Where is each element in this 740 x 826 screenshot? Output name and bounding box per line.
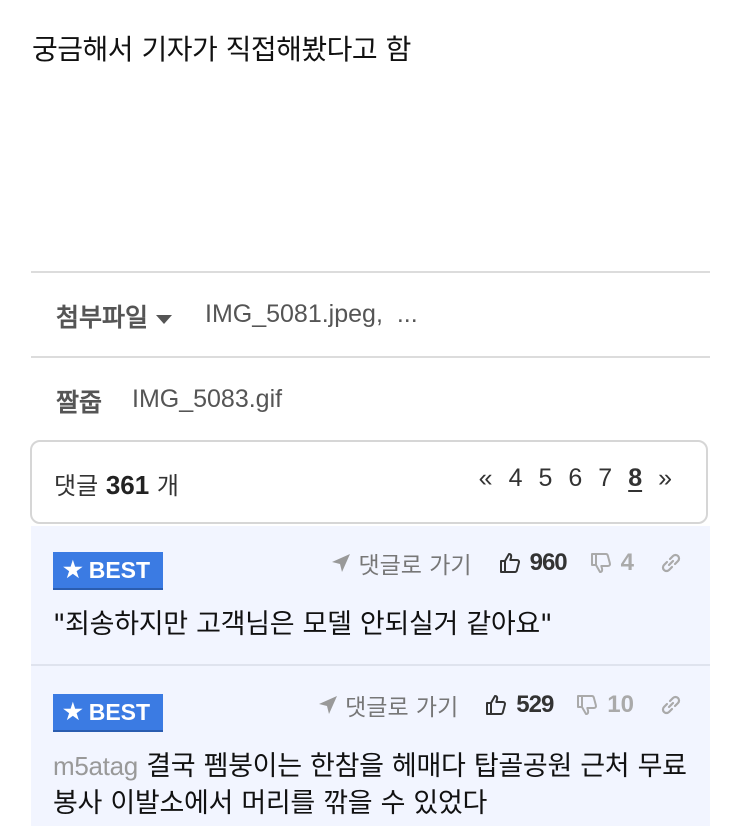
dislike-count: 10	[607, 691, 634, 718]
short-clip-file[interactable]: IMG_5083.gif	[132, 385, 282, 414]
best-badge-label: BEST	[88, 698, 151, 725]
goto-comment-button[interactable]: 댓글로 가기	[330, 546, 472, 580]
star-icon: ★	[63, 699, 83, 724]
comment-author[interactable]: m5atag	[53, 751, 138, 781]
link-icon	[661, 695, 681, 715]
attachments-toggle[interactable]: 첨부파일	[56, 298, 173, 334]
dislike-button[interactable]: 10	[575, 691, 634, 719]
like-count: 960	[529, 549, 568, 576]
attachment-files[interactable]: IMG_5081.jpeg, ...	[205, 300, 418, 329]
comment-count-prefix: 댓글	[54, 472, 99, 500]
comment-actions: 댓글로 가기 960 4	[330, 546, 684, 580]
comment-text: 결국 펨붕이는 한참을 헤매다 탑골공원 근처 무료봉사 이발소에서 머리를 깎…	[53, 751, 687, 819]
navigation-arrow-icon	[319, 696, 338, 714]
attachment-more[interactable]: ...	[397, 300, 418, 328]
best-comment: ★ BEST 댓글로 가기 960 4 "죄송하지만 고객님은 모델 안되실거 …	[31, 526, 710, 664]
thumbs-up-icon	[486, 695, 507, 715]
pager-page-8-current[interactable]: 8	[620, 464, 650, 493]
copy-link-button[interactable]	[658, 692, 684, 718]
divider	[31, 356, 710, 358]
goto-comment-button[interactable]: 댓글로 가기	[317, 688, 458, 722]
post-body-text: 궁금해서 기자가 직접해봤다고 함	[32, 33, 411, 66]
comment-count-suffix: 개	[156, 472, 179, 500]
like-count: 529	[516, 691, 554, 718]
divider	[31, 271, 710, 273]
best-badge: ★ BEST	[53, 552, 163, 588]
pagination: « 4 5 6 7 8 »	[471, 464, 680, 493]
comment-body: m5atag 결국 펨붕이는 한참을 헤매다 탑골공원 근처 무료봉사 이발소에…	[53, 748, 693, 822]
dislike-button[interactable]: 4	[589, 549, 634, 577]
navigation-arrow-icon	[332, 554, 351, 572]
comment-count-label: 댓글 361 개	[54, 466, 179, 501]
comment-count: 361	[105, 470, 150, 500]
like-button[interactable]: 529	[484, 691, 554, 719]
pager-page-5[interactable]: 5	[530, 464, 560, 493]
attachments-label: 첨부파일	[56, 303, 149, 332]
goto-comment-label: 댓글로 가기	[358, 553, 472, 579]
thumbs-down-icon	[590, 553, 611, 573]
short-clip-label: 짤줍	[56, 388, 103, 417]
comment-text: "죄송하지만 고객님은 모델 안되실거 같아요"	[53, 609, 553, 640]
caret-down-icon	[156, 314, 173, 324]
goto-comment-label: 댓글로 가기	[345, 695, 459, 721]
pager-page-6[interactable]: 6	[560, 464, 590, 493]
dislike-count: 4	[620, 549, 634, 576]
pager-page-4[interactable]: 4	[501, 464, 531, 493]
like-button[interactable]: 960	[498, 549, 568, 577]
star-icon: ★	[63, 557, 83, 582]
thumbs-up-icon	[499, 553, 520, 573]
comment-actions: 댓글로 가기 529 10	[317, 688, 684, 722]
link-icon	[661, 553, 681, 573]
comments-header: 댓글 361 개 « 4 5 6 7 8 »	[30, 440, 708, 524]
pager-prev[interactable]: «	[471, 464, 501, 493]
best-badge-label: BEST	[88, 556, 151, 583]
attachment-file-list[interactable]: IMG_5081.jpeg,	[205, 300, 383, 328]
best-badge: ★ BEST	[53, 694, 163, 730]
thumbs-down-icon	[577, 695, 598, 715]
pager-page-7[interactable]: 7	[590, 464, 620, 493]
best-comment: ★ BEST 댓글로 가기 529 10 m5atag 결국 펨붕이는 한참을 …	[31, 666, 710, 826]
copy-link-button[interactable]	[658, 550, 684, 576]
pager-next[interactable]: »	[650, 464, 680, 493]
